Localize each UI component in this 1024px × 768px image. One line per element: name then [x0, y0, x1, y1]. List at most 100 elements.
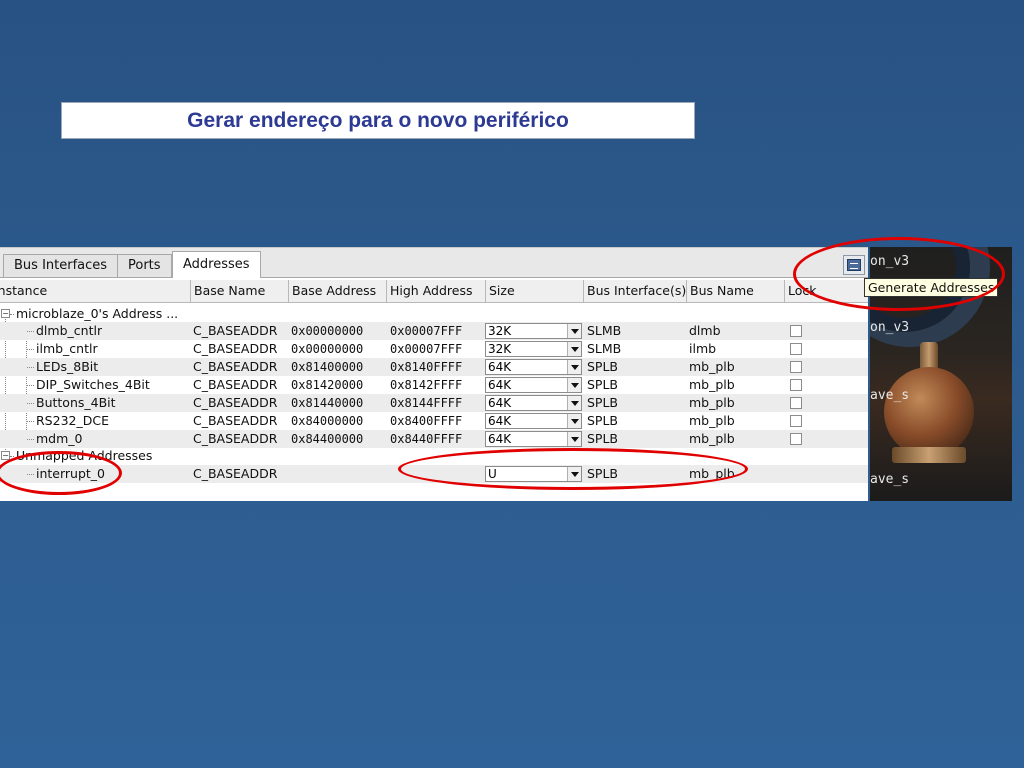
table-row[interactable]: DIP_Switches_4Bit C_BASEADDR 0x81420000 …: [0, 376, 868, 394]
base-name-cell: C_BASEADDR: [193, 466, 278, 481]
size-value: 64K: [488, 396, 512, 410]
bus-interface-cell: SPLB: [587, 377, 619, 392]
size-dropdown[interactable]: 64K: [485, 431, 582, 447]
tab-ports[interactable]: Ports: [117, 254, 172, 277]
bus-name-cell: mb_plb: [689, 413, 735, 428]
slide-title: Gerar endereço para o novo periférico: [187, 108, 569, 132]
chevron-down-icon[interactable]: [567, 342, 581, 356]
tree-group-row[interactable]: − microblaze_0's Address ...: [0, 305, 868, 323]
instance-cell: Buttons_4Bit: [36, 395, 116, 410]
table-row[interactable]: Buttons_4Bit C_BASEADDR 0x81440000 0x814…: [0, 394, 868, 412]
size-value: 32K: [488, 342, 512, 356]
base-address-cell[interactable]: 0x84000000: [291, 412, 363, 430]
size-value: 64K: [488, 414, 512, 428]
lock-checkbox[interactable]: [790, 361, 802, 373]
chevron-down-icon[interactable]: [567, 414, 581, 428]
bus-name-cell: mb_plb: [689, 431, 735, 446]
base-name-cell: C_BASEADDR: [193, 413, 278, 428]
base-name-cell: C_BASEADDR: [193, 341, 278, 356]
size-dropdown[interactable]: 64K: [485, 413, 582, 429]
bus-interface-cell: SPLB: [587, 431, 619, 446]
base-name-cell: C_BASEADDR: [193, 359, 278, 374]
size-dropdown[interactable]: 32K: [485, 341, 582, 357]
lock-checkbox[interactable]: [790, 325, 802, 337]
instance-cell: ilmb_cntlr: [36, 341, 98, 356]
highlight-ellipse-generate-button: [793, 237, 1005, 311]
lock-checkbox[interactable]: [790, 343, 802, 355]
chevron-down-icon[interactable]: [567, 432, 581, 446]
lock-checkbox[interactable]: [790, 433, 802, 445]
base-name-cell: C_BASEADDR: [193, 395, 278, 410]
instance-cell: DIP_Switches_4Bit: [36, 377, 150, 392]
base-name-cell: C_BASEADDR: [193, 323, 278, 338]
tab-bar: Bus Interfaces Ports Addresses: [0, 248, 868, 278]
instance-cell: RS232_DCE: [36, 413, 109, 428]
high-address-cell: 0x00007FFF: [390, 342, 463, 356]
side-text-4: ave_s: [870, 472, 910, 487]
side-text-3: ave_s: [870, 388, 910, 403]
table-row[interactable]: LEDs_8Bit C_BASEADDR 0x81400000 0x8140FF…: [0, 358, 868, 376]
instance-cell: LEDs_8Bit: [36, 359, 99, 374]
bus-name-cell: mb_plb: [689, 377, 735, 392]
size-dropdown[interactable]: 64K: [485, 377, 582, 393]
ornament-crown: [892, 447, 966, 463]
ornament-ball: [884, 367, 974, 457]
highlight-ellipse-size-row: [398, 448, 748, 490]
table-row[interactable]: dlmb_cntlr C_BASEADDR 0x00000000 0x00007…: [0, 322, 868, 340]
tab-bus-interfaces[interactable]: Bus Interfaces: [3, 254, 119, 277]
bus-name-cell: mb_plb: [689, 395, 735, 410]
col-base-name[interactable]: Base Name: [190, 280, 288, 302]
bus-name-cell: mb_plb: [689, 359, 735, 374]
table-row[interactable]: ilmb_cntlr C_BASEADDR 0x00000000 0x00007…: [0, 340, 868, 358]
base-address-cell[interactable]: 0x00000000: [291, 340, 363, 358]
high-address-cell: 0x8144FFFF: [390, 396, 463, 410]
high-address-cell: 0x00007FFF: [390, 324, 463, 338]
base-address-cell[interactable]: 0x81420000: [291, 376, 363, 394]
size-value: 64K: [488, 432, 512, 446]
group-label: microblaze_0's Address ...: [16, 306, 179, 321]
high-address-cell: 0x8440FFFF: [390, 432, 463, 446]
size-dropdown[interactable]: 32K: [485, 323, 582, 339]
lock-checkbox[interactable]: [790, 379, 802, 391]
base-name-cell: C_BASEADDR: [193, 431, 278, 446]
bus-interface-cell: SLMB: [587, 323, 622, 338]
chevron-down-icon[interactable]: [567, 396, 581, 410]
high-address-cell: 0x8400FFFF: [390, 414, 463, 428]
tab-addresses[interactable]: Addresses: [172, 251, 261, 278]
col-bus-name[interactable]: Bus Name: [686, 280, 784, 302]
col-high-address[interactable]: High Address: [386, 280, 485, 302]
collapse-icon[interactable]: −: [1, 309, 10, 318]
col-size[interactable]: Size: [485, 280, 583, 302]
bus-interface-cell: SPLB: [587, 359, 619, 374]
bus-interface-cell: SPLB: [587, 413, 619, 428]
base-address-cell[interactable]: 0x84400000: [291, 430, 363, 448]
size-value: 64K: [488, 360, 512, 374]
high-address-cell: 0x8140FFFF: [390, 360, 463, 374]
bus-name-cell: dlmb: [689, 323, 721, 338]
col-instance[interactable]: Instance: [0, 280, 191, 302]
slide-title-box: Gerar endereço para o novo periférico: [61, 102, 695, 139]
lock-checkbox[interactable]: [790, 397, 802, 409]
instance-cell: mdm_0: [36, 431, 83, 446]
chevron-down-icon[interactable]: [567, 324, 581, 338]
chevron-down-icon[interactable]: [567, 378, 581, 392]
bus-name-cell: ilmb: [689, 341, 717, 356]
base-address-cell[interactable]: 0x81440000: [291, 394, 363, 412]
highlight-ellipse-interrupt: [0, 451, 122, 495]
base-address-cell[interactable]: 0x00000000: [291, 322, 363, 340]
lock-checkbox[interactable]: [790, 415, 802, 427]
table-header: Instance Base Name Base Address High Add…: [0, 280, 868, 303]
table-row[interactable]: RS232_DCE C_BASEADDR 0x84000000 0x8400FF…: [0, 412, 868, 430]
bus-interface-cell: SPLB: [587, 395, 619, 410]
table-row[interactable]: mdm_0 C_BASEADDR 0x84400000 0x8440FFFF 6…: [0, 430, 868, 448]
base-address-cell[interactable]: 0x81400000: [291, 358, 363, 376]
instance-cell: dlmb_cntlr: [36, 323, 103, 338]
chevron-down-icon[interactable]: [567, 360, 581, 374]
side-text-2: on_v3: [870, 320, 910, 335]
col-bus-interfaces[interactable]: Bus Interface(s): [583, 280, 686, 302]
size-value: 64K: [488, 378, 512, 392]
bus-interface-cell: SLMB: [587, 341, 622, 356]
size-dropdown[interactable]: 64K: [485, 395, 582, 411]
col-base-address[interactable]: Base Address: [288, 280, 386, 302]
size-dropdown[interactable]: 64K: [485, 359, 582, 375]
